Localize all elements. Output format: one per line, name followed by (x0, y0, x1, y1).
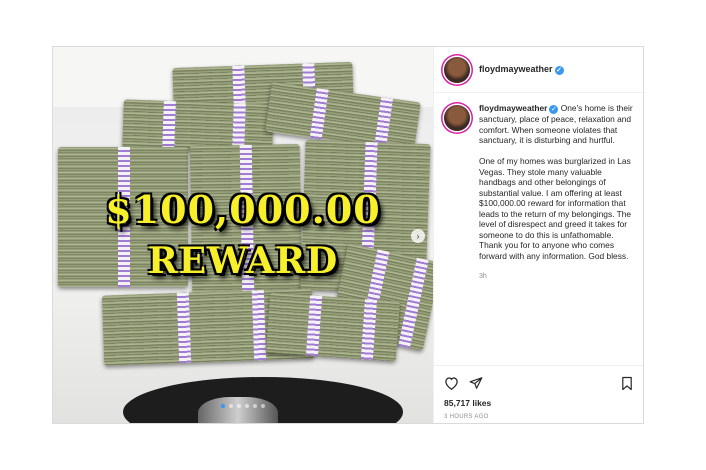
verified-badge-icon: ✓ (549, 105, 559, 114)
post-sidebar: floydmayweather ✓ floydmayweather ✓ One's … (433, 47, 643, 423)
caption: floydmayweather ✓ One's home is their san… (479, 103, 633, 282)
share-icon[interactable] (469, 376, 483, 390)
caption-time: 3h (479, 272, 487, 280)
carousel-dot (221, 404, 225, 408)
action-bar: 85,717 likes 3 HOURS AGO (434, 365, 643, 420)
post-header: floydmayweather ✓ (434, 47, 643, 93)
caption-paragraph: One of my homes was burglarized in Las V… (479, 156, 632, 261)
avatar[interactable] (444, 56, 470, 83)
likes-count[interactable]: 85,717 likes (444, 398, 633, 408)
instagram-post: $100,000.00 REWARD › floydmayweather ✓ fl… (52, 46, 644, 424)
like-heart-icon[interactable] (444, 376, 459, 390)
post-timestamp[interactable]: 3 HOURS AGO (444, 414, 633, 420)
carousel-dot (253, 404, 257, 408)
caption-avatar[interactable] (444, 105, 470, 131)
carousel-dot (245, 404, 249, 408)
caption-username[interactable]: floydmayweather (479, 103, 547, 113)
verified-badge-icon: ✓ (554, 66, 564, 75)
carousel-dots (53, 395, 433, 413)
cash-stack (266, 292, 400, 362)
reward-amount-overlay: $100,000.00 (105, 187, 381, 232)
carousel-next-icon[interactable]: › (411, 229, 425, 243)
carousel-dot (261, 404, 265, 408)
username-link[interactable]: floydmayweather ✓ (479, 64, 564, 75)
carousel-dot (229, 404, 233, 408)
reward-word-overlay: REWARD (147, 240, 339, 282)
post-image[interactable]: $100,000.00 REWARD › (53, 47, 433, 423)
username-text[interactable]: floydmayweather (479, 64, 553, 74)
carousel-dot (237, 404, 241, 408)
caption-area: floydmayweather ✓ One's home is their san… (434, 93, 643, 282)
bookmark-icon[interactable] (621, 376, 633, 391)
